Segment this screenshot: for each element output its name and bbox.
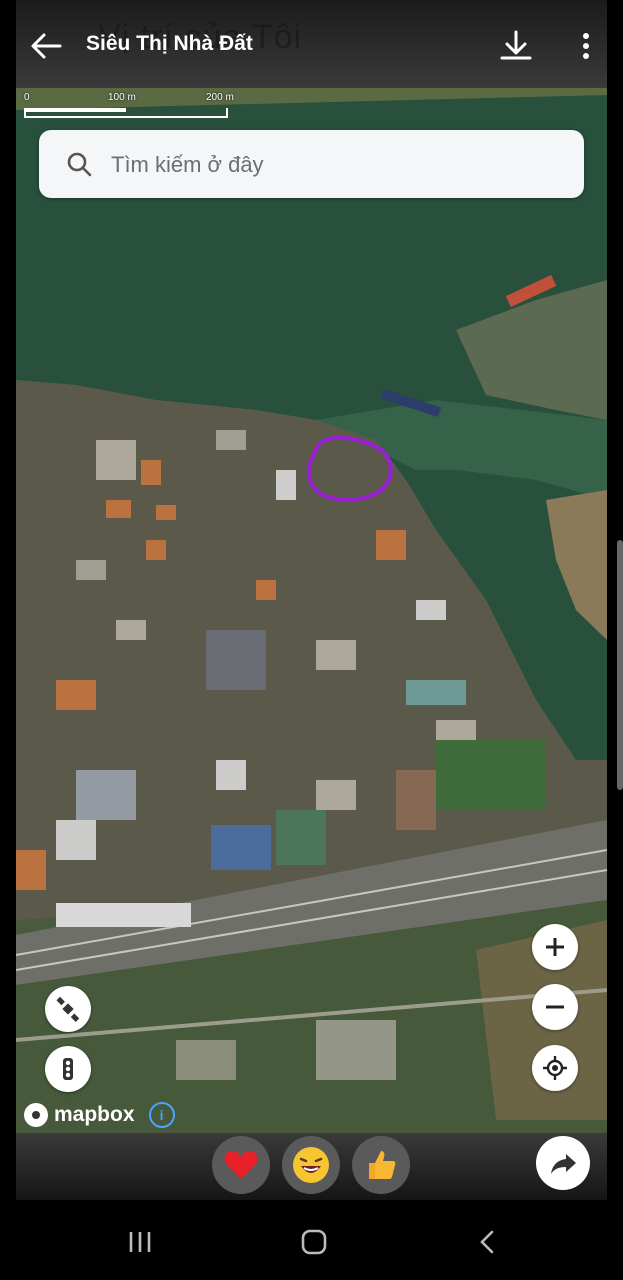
thumbs-up-icon [369,1151,396,1179]
scale-label: 0 [24,92,30,103]
heart-reaction[interactable] [212,1136,270,1194]
home-button[interactable] [284,1218,344,1266]
nav-back-button[interactable] [458,1218,518,1266]
share-button[interactable] [536,1136,590,1190]
heart-icon [224,1150,258,1179]
mapbox-attribution[interactable]: mapbox i [24,1100,175,1130]
search-input[interactable] [109,144,573,186]
download-button[interactable] [496,26,536,66]
traffic-light-icon [63,1058,73,1080]
recents-icon [129,1232,151,1252]
back-icon [480,1230,494,1254]
download-icon [500,30,532,60]
locate-button[interactable] [532,1045,578,1091]
mapbox-logo-icon [24,1103,48,1127]
arrow-left-icon [31,33,62,59]
page-title: Siêu Thị Nhà Đất [86,32,253,55]
share-icon [551,1154,576,1174]
more-vertical-icon [583,33,589,59]
info-icon[interactable]: i [148,1102,175,1128]
search-icon [67,152,92,177]
back-button[interactable] [26,26,66,66]
scale-label: 100 m [108,92,136,103]
header-bar: Vị trí của Tôi Siêu Thị Nhà Đất [16,0,607,88]
laugh-reaction[interactable] [282,1136,340,1194]
zoom-out-button[interactable] [532,984,578,1030]
scale-label: 200 m [206,92,234,103]
zoom-in-icon [546,938,564,956]
search-box[interactable] [39,130,584,198]
zoom-in-button[interactable] [532,924,578,970]
locate-icon [543,1056,567,1080]
satellite-icon [56,996,80,1022]
scrollbar[interactable] [617,540,623,790]
satellite-toggle-button[interactable] [45,986,91,1032]
laughing-face-icon [293,1147,329,1183]
mapbox-logo-text: mapbox [54,1103,135,1126]
map-scale: 0 100 m 200 m [20,92,240,126]
home-icon [301,1229,327,1255]
scale-bar [24,108,228,118]
recents-button[interactable] [110,1218,170,1266]
more-options-button[interactable] [574,26,598,66]
traffic-toggle-button[interactable] [45,1046,91,1092]
map-view[interactable]: Vị trí của Tôi Siêu Thị Nhà Đất 0 100 m … [16,0,607,1200]
like-reaction[interactable] [352,1136,410,1194]
zoom-out-icon [546,1005,564,1009]
